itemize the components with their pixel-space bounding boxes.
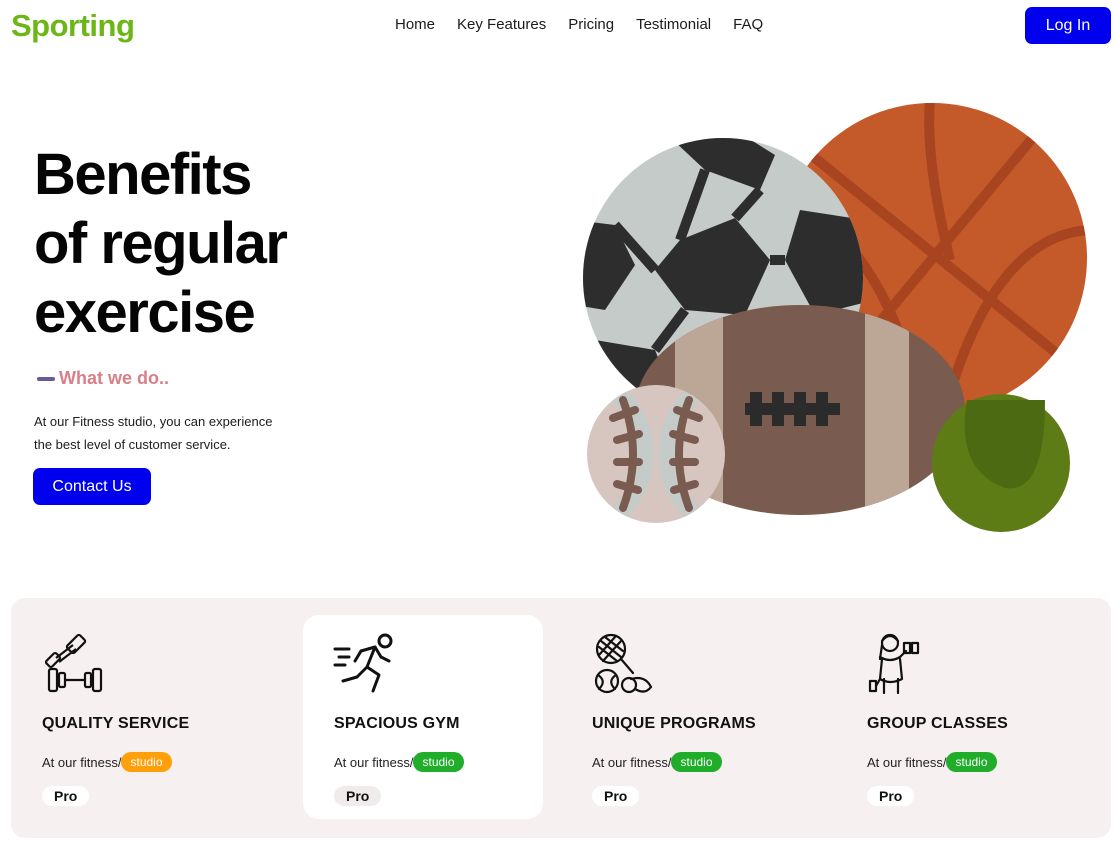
plan-badge: Pro [42,786,90,806]
plan-badge: Pro [592,786,640,806]
feature-title: QUALITY SERVICE [42,715,190,732]
feature-card-group-classes[interactable]: GROUP CLASSES At our fitness/ studio Pro [836,615,1076,819]
feature-text-label: At our fitness/ [42,754,122,770]
studio-badge: studio [121,752,172,772]
hero-title-line: exercise [34,280,256,345]
sports-equipment-icon [594,633,653,694]
features-section: QUALITY SERVICE At our fitness/ studio P… [11,598,1111,838]
feature-text-label: At our fitness/ [592,754,672,770]
feature-title: GROUP CLASSES [867,715,1008,732]
hero-title: Benefits of regular exercise [34,140,354,347]
nav-testimonial[interactable]: Testimonial [625,16,722,33]
nav-home[interactable]: Home [384,16,446,33]
contact-us-button[interactable]: Contact Us [33,468,151,505]
feature-card-quality-service[interactable]: QUALITY SERVICE At our fitness/ studio P… [11,615,251,819]
plan-badge: Pro [334,786,382,806]
tagline-dash [37,376,55,381]
studio-badge: studio [671,752,722,772]
main-nav: Home Key Features Pricing Testimonial FA… [384,16,774,33]
feature-text: At our fitness/ studio [334,752,464,772]
studio-badge: studio [413,752,464,772]
sports-balls-illustration [583,103,1087,532]
nav-key-features[interactable]: Key Features [446,16,557,33]
feature-text-label: At our fitness/ [867,754,947,770]
tagline-row: What we do.. [37,368,169,389]
hero-title-line: of regular [34,211,288,276]
studio-badge: studio [946,752,997,772]
feature-title: UNIQUE PROGRAMS [592,715,756,732]
tennis-ball-icon [932,394,1070,532]
feature-card-spacious-gym[interactable]: SPACIOUS GYM At our fitness/ studio Pro [303,615,543,819]
login-button[interactable]: Log In [1025,7,1111,44]
feature-card-unique-programs[interactable]: UNIQUE PROGRAMS At our fitness/ studio P… [561,615,801,819]
runner-icon [333,633,393,693]
page: Sporting Home Key Features Pricing Testi… [0,0,1117,854]
plan-badge: Pro [867,786,915,806]
nav-faq[interactable]: FAQ [722,16,774,33]
brand-logo[interactable]: Sporting [11,8,135,44]
feature-text-label: At our fitness/ [334,754,414,770]
dumbbell-icon [44,633,103,693]
woman-lifting-icon [868,633,920,695]
feature-text: At our fitness/ studio [867,752,997,772]
nav-pricing[interactable]: Pricing [557,16,625,33]
baseball-icon [587,385,725,523]
tagline: What we do.. [59,368,169,388]
feature-title: SPACIOUS GYM [334,715,460,732]
feature-text: At our fitness/ studio [592,752,722,772]
hero-title-line: Benefits [34,142,252,207]
feature-text: At our fitness/ studio [42,752,172,772]
hero-description: At our Fitness studio, you can experienc… [34,414,273,452]
